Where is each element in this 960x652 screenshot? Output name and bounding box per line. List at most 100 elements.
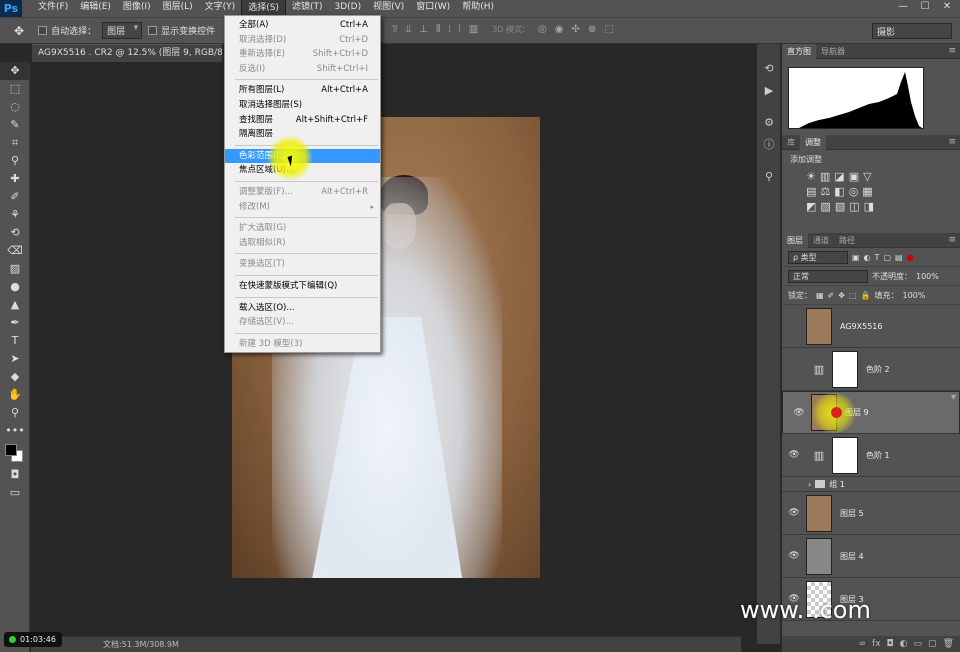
vibrance-icon[interactable]: ▽ bbox=[863, 170, 871, 183]
layer-name[interactable]: 图层 4 bbox=[840, 551, 864, 562]
minimize-button[interactable]: — bbox=[892, 0, 914, 15]
properties-panel-icon[interactable]: ⚙ bbox=[757, 112, 781, 134]
layer-style-icon[interactable]: fx bbox=[872, 636, 881, 652]
layer-thumbnail[interactable] bbox=[832, 350, 858, 388]
levels-icon[interactable]: ▥ bbox=[820, 170, 830, 183]
move-tool-icon[interactable]: ✥ bbox=[14, 24, 24, 38]
lasso-tool-icon[interactable]: ◌ bbox=[0, 98, 30, 116]
path-select-icon[interactable]: ➤ bbox=[0, 350, 30, 368]
add-mask-icon[interactable]: ◘ bbox=[887, 636, 894, 652]
color-balance-icon[interactable]: ⚖ bbox=[820, 185, 830, 198]
document-tab[interactable]: AG9X5516 . CR2 @ 12.5% (图层 9, RGB/8) * bbox=[32, 44, 222, 62]
filter-shape-icon[interactable]: ▢ bbox=[883, 253, 891, 262]
select-menu-item[interactable]: 取消选择图层(S) bbox=[225, 98, 380, 113]
history-panel-icon[interactable]: ⟲ bbox=[757, 58, 781, 80]
menu-item[interactable]: 图像(I) bbox=[117, 0, 157, 18]
crop-tool-icon[interactable]: ⌗ bbox=[0, 134, 30, 152]
distribute-icon[interactable]: ⦀ bbox=[436, 24, 440, 35]
hand-tool-icon[interactable]: ✋ bbox=[0, 386, 30, 404]
tab-histogram[interactable]: 直方图 bbox=[782, 43, 816, 59]
3d-scale-icon[interactable]: ⬚ bbox=[604, 24, 613, 35]
layer-name[interactable]: 色阶 2 bbox=[866, 364, 890, 375]
select-menu-item[interactable]: 全部(A) Ctrl+A bbox=[225, 18, 380, 33]
tool-presets-icon[interactable]: ⚲ bbox=[757, 166, 781, 188]
select-menu-item[interactable]: 存储选区(V)... bbox=[225, 315, 380, 330]
new-group-icon[interactable]: ▭ bbox=[914, 636, 923, 652]
layer-name[interactable]: 色阶 1 bbox=[866, 450, 890, 461]
align-middle-icon[interactable]: ⫫ bbox=[406, 24, 412, 35]
color-swatches[interactable] bbox=[0, 440, 30, 466]
align-top-icon[interactable]: ⫪ bbox=[392, 24, 398, 35]
curves-icon[interactable]: ◪ bbox=[834, 170, 844, 183]
3d-slide-icon[interactable]: ⊕ bbox=[588, 24, 596, 35]
select-menu-item[interactable]: 调整蒙版(F)... Alt+Ctrl+R bbox=[225, 185, 380, 200]
dodge-tool-icon[interactable]: ▲ bbox=[0, 296, 30, 314]
tab-navigator[interactable]: 导航器 bbox=[816, 44, 850, 59]
link-layers-icon[interactable]: ∞ bbox=[859, 636, 867, 652]
align-bottom-icon[interactable]: ⊥ bbox=[419, 24, 428, 35]
posterize-icon[interactable]: ▨ bbox=[820, 200, 830, 213]
move-tool-icon[interactable]: ✥ bbox=[0, 62, 30, 80]
more-tools-icon[interactable]: ••• bbox=[0, 422, 30, 440]
selective-color-icon[interactable]: ◨ bbox=[864, 200, 874, 213]
layer-row[interactable]: 👁 图层 4 bbox=[782, 535, 960, 578]
quick-mask-icon[interactable]: ◘ bbox=[0, 466, 30, 484]
layer-thumbnail[interactable] bbox=[806, 494, 832, 532]
panel-menu-icon[interactable]: ≡ bbox=[948, 233, 956, 247]
select-menu-item[interactable]: 所有图层(L) Alt+Ctrl+A bbox=[225, 83, 380, 98]
healing-brush-icon[interactable]: ✚ bbox=[0, 170, 30, 188]
panel-menu-icon[interactable]: ≡ bbox=[948, 44, 956, 58]
layer-row[interactable]: 👁 ▥ 色阶 1 bbox=[782, 434, 960, 477]
lock-artboard-icon[interactable]: ⬚ bbox=[849, 291, 857, 300]
brush-tool-icon[interactable]: ✐ bbox=[0, 188, 30, 206]
tab-layers[interactable]: 图层 bbox=[782, 232, 808, 248]
gradient-tool-icon[interactable]: ▨ bbox=[0, 260, 30, 278]
info-panel-icon[interactable]: ⓘ bbox=[757, 134, 781, 156]
lock-transparency-icon[interactable]: ▦ bbox=[816, 291, 824, 300]
select-menu-item[interactable]: 重新选择(E) Shift+Ctrl+D bbox=[225, 47, 380, 62]
auto-select-dropdown[interactable]: 图层 bbox=[102, 22, 143, 39]
menu-item[interactable]: 编辑(E) bbox=[74, 0, 117, 18]
shape-tool-icon[interactable]: ◆ bbox=[0, 368, 30, 386]
lock-all-icon[interactable]: 🔒 bbox=[861, 291, 871, 300]
layer-row[interactable]: AG9X5516 bbox=[782, 305, 960, 348]
quick-select-tool-icon[interactable]: ✎ bbox=[0, 116, 30, 134]
panel-menu-icon[interactable]: ≡ bbox=[948, 135, 956, 149]
filter-smart-icon[interactable]: ▤ bbox=[895, 253, 903, 262]
channel-mixer-icon[interactable]: ▦ bbox=[862, 185, 872, 198]
new-layer-icon[interactable]: ▢ bbox=[928, 636, 937, 652]
clone-stamp-icon[interactable]: ⚘ bbox=[0, 206, 30, 224]
3d-rotate-icon[interactable]: ◎ bbox=[538, 24, 547, 35]
threshold-icon[interactable]: ▧ bbox=[835, 200, 845, 213]
layer-group-row[interactable]: › 组 1 bbox=[782, 477, 960, 492]
history-brush-icon[interactable]: ⟲ bbox=[0, 224, 30, 242]
filter-adjust-icon[interactable]: ◐ bbox=[864, 253, 871, 262]
new-adjustment-icon[interactable]: ◐ bbox=[900, 636, 908, 652]
blur-tool-icon[interactable]: ● bbox=[0, 278, 30, 296]
lock-position-icon[interactable]: ✥ bbox=[838, 291, 845, 300]
visibility-eye-icon[interactable]: 👁 bbox=[782, 450, 806, 460]
tab-library[interactable]: 库 bbox=[782, 135, 800, 150]
black-white-icon[interactable]: ◧ bbox=[834, 185, 844, 198]
zoom-tool-icon[interactable]: ⚲ bbox=[0, 404, 30, 422]
invert-icon[interactable]: ◩ bbox=[806, 200, 816, 213]
tab-paths[interactable]: 路径 bbox=[834, 233, 860, 248]
eyedropper-tool-icon[interactable]: ⚲ bbox=[0, 152, 30, 170]
menu-item[interactable]: 图层(L) bbox=[157, 0, 199, 18]
delete-layer-icon[interactable]: 🗑 bbox=[943, 636, 954, 652]
select-menu-item[interactable]: 反选(I) Shift+Ctrl+I bbox=[225, 62, 380, 77]
select-menu-item[interactable]: 在快速蒙版模式下编辑(Q) bbox=[225, 279, 380, 294]
type-tool-icon[interactable]: T bbox=[0, 332, 30, 350]
auto-select-checkbox[interactable]: 自动选择： bbox=[38, 24, 96, 37]
pen-tool-icon[interactable]: ✒ bbox=[0, 314, 30, 332]
layer-name[interactable]: 图层 5 bbox=[840, 508, 864, 519]
auto-align-icon[interactable]: ▥ bbox=[469, 24, 478, 35]
marquee-tool-icon[interactable]: ⬚ bbox=[0, 80, 30, 98]
maximize-button[interactable]: ☐ bbox=[914, 0, 936, 15]
select-menu-item[interactable]: 变换选区(T) bbox=[225, 257, 380, 272]
select-menu-item[interactable]: 查找图层 Alt+Shift+Ctrl+F bbox=[225, 113, 380, 128]
filter-pixel-icon[interactable]: ▣ bbox=[852, 253, 860, 262]
actions-panel-icon[interactable]: ▶ bbox=[757, 80, 781, 102]
layer-row[interactable]: ▥ 色阶 2 bbox=[782, 348, 960, 391]
filter-type-icon[interactable]: T bbox=[875, 253, 880, 262]
